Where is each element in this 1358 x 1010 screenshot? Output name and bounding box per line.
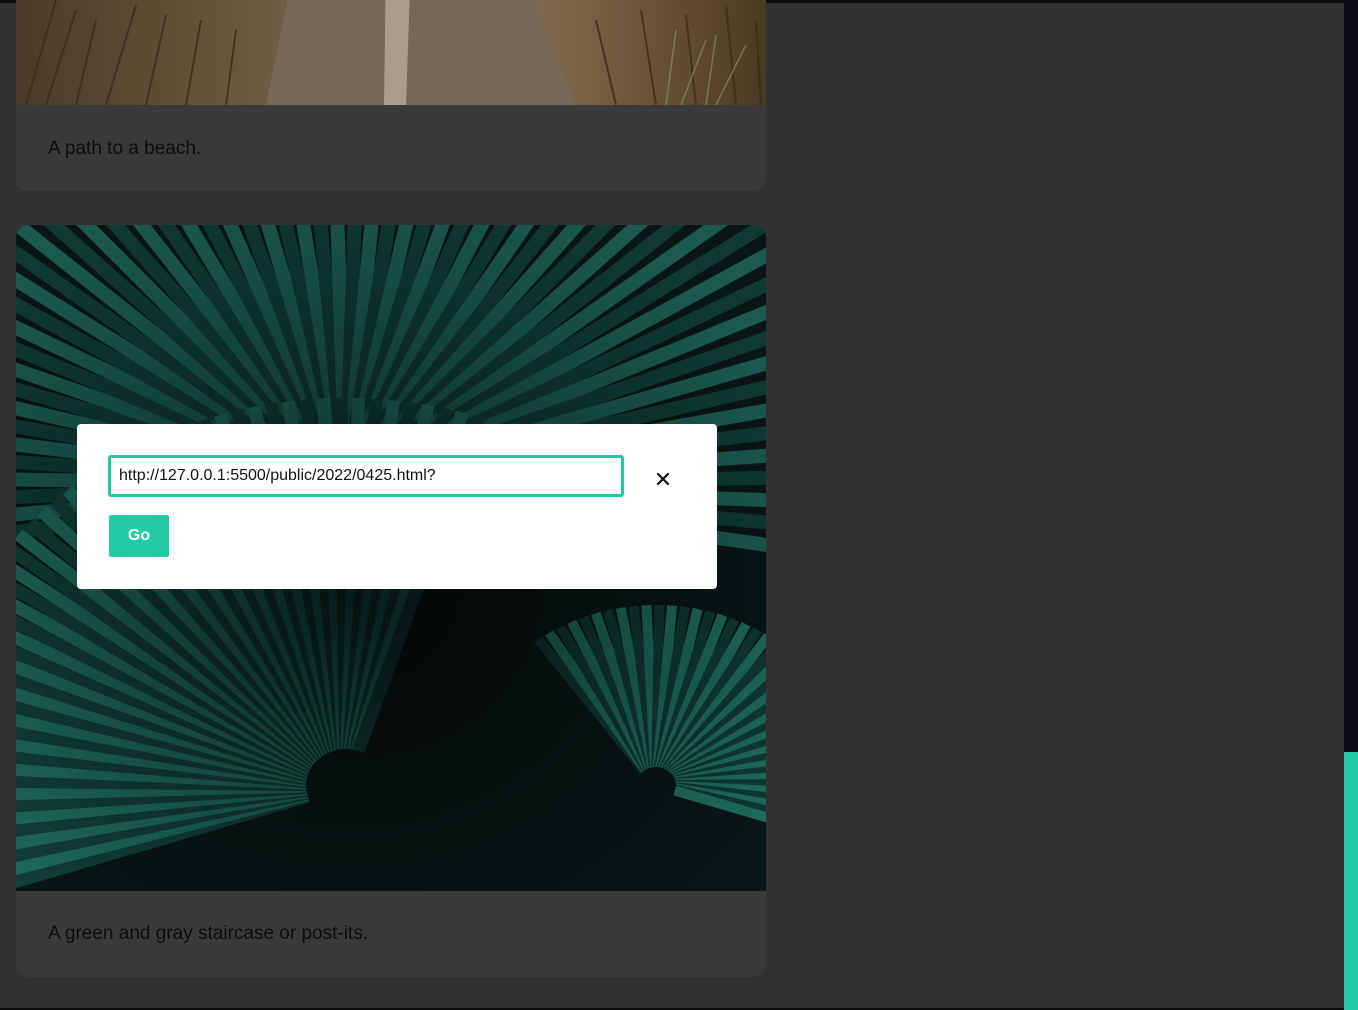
card-caption: A green and gray staircase or post-its.: [48, 923, 368, 944]
go-button[interactable]: Go: [109, 515, 169, 557]
beach-path-image: [16, 0, 766, 105]
image-card: A path to a beach.: [16, 0, 766, 191]
close-button[interactable]: [651, 467, 675, 491]
scrollbar-thumb[interactable]: [1344, 752, 1358, 1010]
card-caption: A path to a beach.: [48, 138, 202, 159]
url-input[interactable]: [108, 455, 624, 497]
url-modal: Go: [77, 424, 717, 589]
close-icon: [656, 472, 670, 486]
image-card: A green and gray staircase or post-its.: [16, 225, 766, 977]
